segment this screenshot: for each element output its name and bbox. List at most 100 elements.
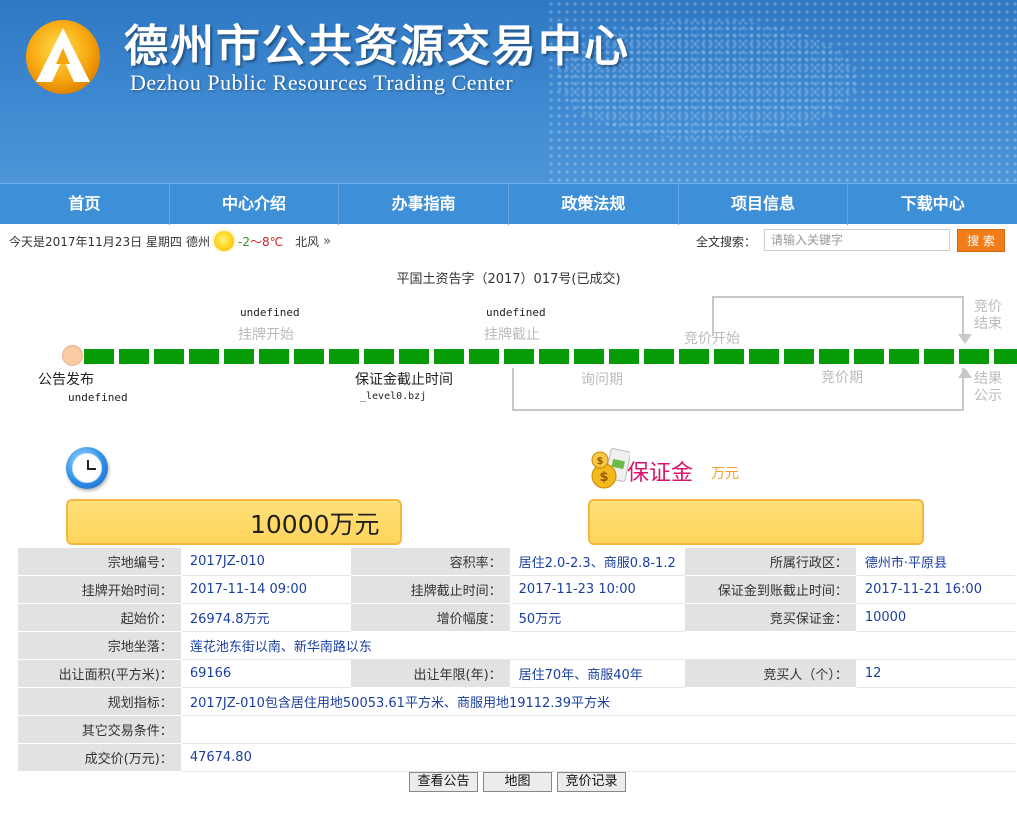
- increment-value: 50万元: [509, 603, 685, 632]
- table-row: 规划指标： 2017JZ-010包含居住用地50053.61平方米、商服用地19…: [17, 687, 1016, 716]
- timeline-segment: [819, 349, 849, 364]
- timeline-segment: [959, 349, 989, 364]
- parcel-number-label: 宗地编号：: [17, 547, 182, 576]
- location-value: 莲花池东街以南、新华南路以东: [180, 631, 1016, 660]
- other-conditions-label: 其它交易条件：: [17, 715, 182, 744]
- arrow-up-icon: [958, 368, 972, 378]
- sunny-icon: [214, 231, 235, 251]
- bidding-bracket-top: [712, 296, 964, 336]
- listing-end-time-label: 挂牌截止时间：: [349, 575, 511, 604]
- result-publish-label: 结果 公示: [974, 371, 1002, 404]
- timeline-segment: [189, 349, 219, 364]
- table-row: 起始价： 26974.8万元 增价幅度： 50万元 竞买保证金： 10000: [17, 603, 1016, 632]
- svg-text:$: $: [599, 470, 608, 485]
- table-row: 出让面积(平方米)： 69166 出让年限(年)： 居住70年、商服40年 竞买…: [17, 659, 1016, 688]
- timeline-segment: [714, 349, 744, 364]
- timeline-segment: [259, 349, 289, 364]
- document-number-title: 平国土资告字（2017）017号(已成交): [396, 272, 621, 287]
- main-nav: 首页 中心介绍 办事指南 政策法规 项目信息 下载中心: [0, 183, 1017, 225]
- announce-label: 公告发布: [38, 372, 94, 388]
- search-input[interactable]: [764, 229, 950, 251]
- info-bar: 今天是2017年11月23日 星期四 德州 -2～8℃ 北风 » 全文搜索： 搜…: [0, 224, 1017, 258]
- listing-end-label: 挂牌截止: [484, 327, 540, 343]
- bid-deposit-label: 竞买保证金：: [683, 603, 857, 632]
- map-button[interactable]: 地图: [483, 772, 552, 792]
- timeline-segment: [609, 349, 639, 364]
- timeline-segment: [364, 349, 394, 364]
- deal-price-value: 47674.80: [180, 743, 1016, 772]
- timeline-segment: [644, 349, 674, 364]
- table-row: 成交价(万元)： 47674.80: [17, 743, 1016, 772]
- listing-end-date: undefined: [486, 306, 546, 319]
- bid-start-label: 竞价开始: [684, 331, 740, 347]
- location-label: 宗地坐落：: [17, 631, 182, 660]
- timeline-segment: [469, 349, 499, 364]
- timeline-segment: [539, 349, 569, 364]
- temperature: -2～8℃: [238, 234, 284, 249]
- bond-label: 保证金: [627, 461, 694, 486]
- weather-widget: 德州 -2～8℃ 北风 »: [186, 231, 331, 251]
- nav-item-downloads[interactable]: 下载中心: [848, 184, 1017, 225]
- area-label: 出让面积(平方米)：: [17, 659, 182, 688]
- timeline-segment: [294, 349, 324, 364]
- inquiry-period-label: 询问期: [581, 372, 623, 388]
- timeline-segment: [84, 349, 114, 364]
- listing-end-time-value: 2017-11-23 10:00: [509, 575, 685, 604]
- announce-date: undefined: [68, 391, 128, 404]
- bid-deposit-value: 10000: [855, 603, 1016, 632]
- district-value: 德州市·平原县: [855, 547, 1016, 576]
- table-row: 挂牌开始时间： 2017-11-14 09:00 挂牌截止时间： 2017-11…: [17, 575, 1016, 604]
- listing-start-time-label: 挂牌开始时间：: [17, 575, 182, 604]
- bond-value-box: [588, 499, 924, 545]
- term-label: 出让年限(年)：: [349, 659, 511, 688]
- timeline-segment: [329, 349, 359, 364]
- current-date: 今天是2017年11月23日 星期四: [9, 235, 182, 249]
- clock-icon: [66, 447, 108, 489]
- planning-value: 2017JZ-010包含居住用地50053.61平方米、商服用地19112.39…: [180, 687, 1016, 716]
- deposit-deadline-label: 保证金截止时间: [355, 372, 453, 388]
- nav-item-guide[interactable]: 办事指南: [339, 184, 510, 225]
- nav-item-policy[interactable]: 政策法规: [509, 184, 679, 225]
- bidding-period-label: 竞价期: [821, 370, 863, 386]
- view-notice-button[interactable]: 查看公告: [409, 772, 478, 792]
- current-price-value: 10000万元: [250, 510, 380, 539]
- plot-ratio-value: 居住2.0-2.3、商服0.8-1.2: [509, 547, 685, 576]
- nav-item-projects[interactable]: 项目信息: [679, 184, 849, 225]
- planning-label: 规划指标：: [17, 687, 182, 716]
- search-label: 全文搜索：: [696, 235, 757, 249]
- bid-record-button[interactable]: 竞价记录: [557, 772, 626, 792]
- timeline-start-dot: [62, 345, 83, 366]
- table-row: 宗地坐落： 莲花池东街以南、新华南路以东: [17, 631, 1016, 660]
- bidders-label: 竞买人（个）：: [683, 659, 857, 688]
- double-chevron-right-icon[interactable]: »: [323, 234, 331, 249]
- nav-item-home[interactable]: 首页: [0, 184, 170, 225]
- area-value: 69166: [180, 659, 351, 688]
- district-label: 所属行政区：: [683, 547, 857, 576]
- arrow-down-icon: [958, 334, 972, 344]
- bidding-bracket-bottom: [512, 368, 964, 411]
- money-bag-icon: $ $: [591, 448, 630, 489]
- logo-icon[interactable]: [24, 18, 102, 96]
- search-button[interactable]: 搜 索: [957, 229, 1005, 252]
- timeline-segment: [749, 349, 779, 364]
- deposit-deadline-time-label: 保证金到账截止时间：: [683, 575, 857, 604]
- land-info-table: 宗地编号： 2017JZ-010 容积率： 居住2.0-2.3、商服0.8-1.…: [17, 547, 1016, 772]
- timeline-segment: [924, 349, 954, 364]
- current-price-box: 10000万元: [66, 499, 402, 545]
- plot-ratio-label: 容积率：: [349, 547, 511, 576]
- nav-item-about[interactable]: 中心介绍: [170, 184, 340, 225]
- wind-direction: 北风: [295, 234, 320, 249]
- listing-start-date: undefined: [240, 306, 300, 319]
- weather-city: 德州: [186, 234, 211, 249]
- deposit-deadline-time-value: 2017-11-21 16:00: [855, 575, 1016, 604]
- timeline-segment: [994, 349, 1017, 364]
- deposit-deadline-value: _level0.bzj: [360, 391, 427, 402]
- bidders-value: 12: [855, 659, 1016, 688]
- other-conditions-value: [180, 715, 1016, 744]
- svg-text:$: $: [597, 456, 604, 467]
- site-header: 德州市公共资源交易中心 Dezhou Public Resources Trad…: [0, 0, 1017, 183]
- timeline-segment: [119, 349, 149, 364]
- starting-price-label: 起始价：: [17, 603, 182, 632]
- table-row: 宗地编号： 2017JZ-010 容积率： 居住2.0-2.3、商服0.8-1.…: [17, 547, 1016, 576]
- starting-price-value: 26974.8万元: [180, 603, 351, 632]
